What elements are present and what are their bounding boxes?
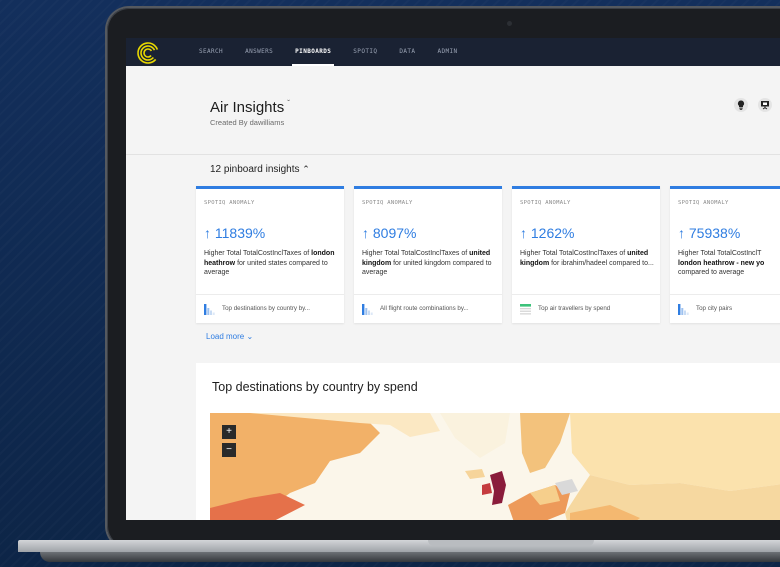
insight-value-text: 1262% [530,225,575,241]
desc-highlight: london heathrow - new yo [678,259,765,267]
zoom-in-button[interactable]: + [222,425,236,439]
insight-tag: SPOTIQ ANOMALY [678,200,729,206]
nav-search[interactable]: SEARCH [188,38,234,66]
insight-source-label: Top air travellers by spend [538,305,611,312]
insight-card[interactable]: SPOTIQ ANOMALY ↑ 1262% Higher Total Tota… [512,186,660,323]
insights-toggle[interactable]: 12 pinboard insights ⌃ [210,164,310,175]
bar-chart-icon [362,304,373,315]
insight-value-text: 75938% [688,225,741,241]
arrow-up-icon: ↑ [362,225,373,241]
laptop-base-top [18,540,780,552]
insight-source[interactable]: Top air travellers by spend [512,294,660,321]
top-nav: SEARCH ANSWERS PINBOARDS SPOTIQ DATA ADM… [126,38,780,66]
chevron-up-icon[interactable]: ⌃ [302,164,310,174]
map-panel: Top destinations by country by spend + − [196,363,780,520]
nav-answers[interactable]: ANSWERS [234,38,284,66]
nav-admin[interactable]: ADMIN [426,38,468,66]
insight-value: ↑ 8097% [362,225,416,241]
chevron-down-icon[interactable]: ˇ [287,99,290,108]
thoughtspot-logo-icon[interactable] [136,41,160,65]
insight-value-text: 8097% [372,225,417,241]
insight-source[interactable]: Top destinations by country by... [196,294,344,321]
page-subtitle: Created By dawilliams [210,118,285,127]
desc-part: Higher Total TotalCostInclT [678,250,762,257]
nav-data[interactable]: DATA [388,38,426,66]
choropleth-map[interactable]: + − [210,413,780,520]
insights-count-label: 12 pinboard insights [210,164,300,175]
insight-card[interactable]: SPOTIQ ANOMALY ↑ 8097% Higher Total Tota… [354,186,502,323]
table-chart-icon [520,304,531,315]
arrow-up-icon: ↑ [520,225,531,241]
laptop-notch [428,540,594,546]
page-title[interactable]: Air Insights ˇ [210,99,290,116]
insight-tag: SPOTIQ ANOMALY [204,200,255,206]
insight-description: Higher Total TotalCostInclTaxes of londo… [204,249,340,278]
pinboard-header: Air Insights ˇ Created By dawilliams [126,66,780,155]
desc-part: for ibrahim/hadeel compared to... [549,259,654,267]
load-more-link[interactable]: Load more ⌄ [206,332,253,341]
chevron-down-icon: ⌄ [246,332,254,341]
insight-source-label: Top city pairs [696,305,733,312]
laptop-base-bottom [40,552,780,562]
insight-source-label: Top destinations by country by... [222,305,310,312]
region-greenland [440,413,510,458]
panel-title: Top destinations by country by spend [212,380,418,394]
insight-description: Higher Total TotalCostInclTaxes of unite… [520,249,656,268]
page-title-text: Air Insights [210,99,285,116]
insight-value: ↑ 75938% [678,225,740,241]
present-icon[interactable] [758,98,772,112]
insight-value: ↑ 1262% [520,225,574,241]
insight-card[interactable]: SPOTIQ ANOMALY ↑ 75938% Higher Total Tot… [670,186,780,323]
region-ireland [482,483,492,495]
insight-tag: SPOTIQ ANOMALY [520,200,571,206]
desc-part: compared to average [678,269,745,276]
insight-value: ↑ 11839% [204,225,265,241]
desc-part: Higher Total TotalCostInclTaxes of [520,250,628,257]
bar-chart-icon [678,304,689,315]
app-screen: SEARCH ANSWERS PINBOARDS SPOTIQ DATA ADM… [126,38,780,520]
world-map[interactable] [210,413,780,520]
nav-menu: SEARCH ANSWERS PINBOARDS SPOTIQ DATA ADM… [188,38,469,66]
arrow-up-icon: ↑ [678,225,689,241]
region-iceland [465,469,485,479]
insight-source[interactable]: Top city pairs [670,294,780,321]
arrow-up-icon: ↑ [204,225,215,241]
insight-card[interactable]: SPOTIQ ANOMALY ↑ 11839% Higher Total Tot… [196,186,344,323]
region-scandinavia [520,413,570,473]
insight-description: Higher Total TotalCostInclT london heathr… [678,249,780,278]
camera-icon [507,21,512,26]
nav-pinboards[interactable]: PINBOARDS [284,38,342,66]
load-more-label: Load more [206,332,245,341]
nav-spotiq[interactable]: SPOTIQ [342,38,388,66]
insight-tag: SPOTIQ ANOMALY [362,200,413,206]
bar-chart-icon [204,304,215,315]
insight-value-text: 11839% [214,225,266,241]
region-uk [490,471,506,505]
insight-source[interactable]: All flight route combinations by... [354,294,502,321]
zoom-out-button[interactable]: − [222,443,236,457]
desc-part: Higher Total TotalCostInclTaxes of [362,250,470,257]
insight-source-label: All flight route combinations by... [380,305,469,312]
insight-description: Higher Total TotalCostInclTaxes of unite… [362,249,498,278]
desc-part: Higher Total TotalCostInclTaxes of [204,250,312,257]
lightbulb-icon[interactable] [734,98,748,112]
